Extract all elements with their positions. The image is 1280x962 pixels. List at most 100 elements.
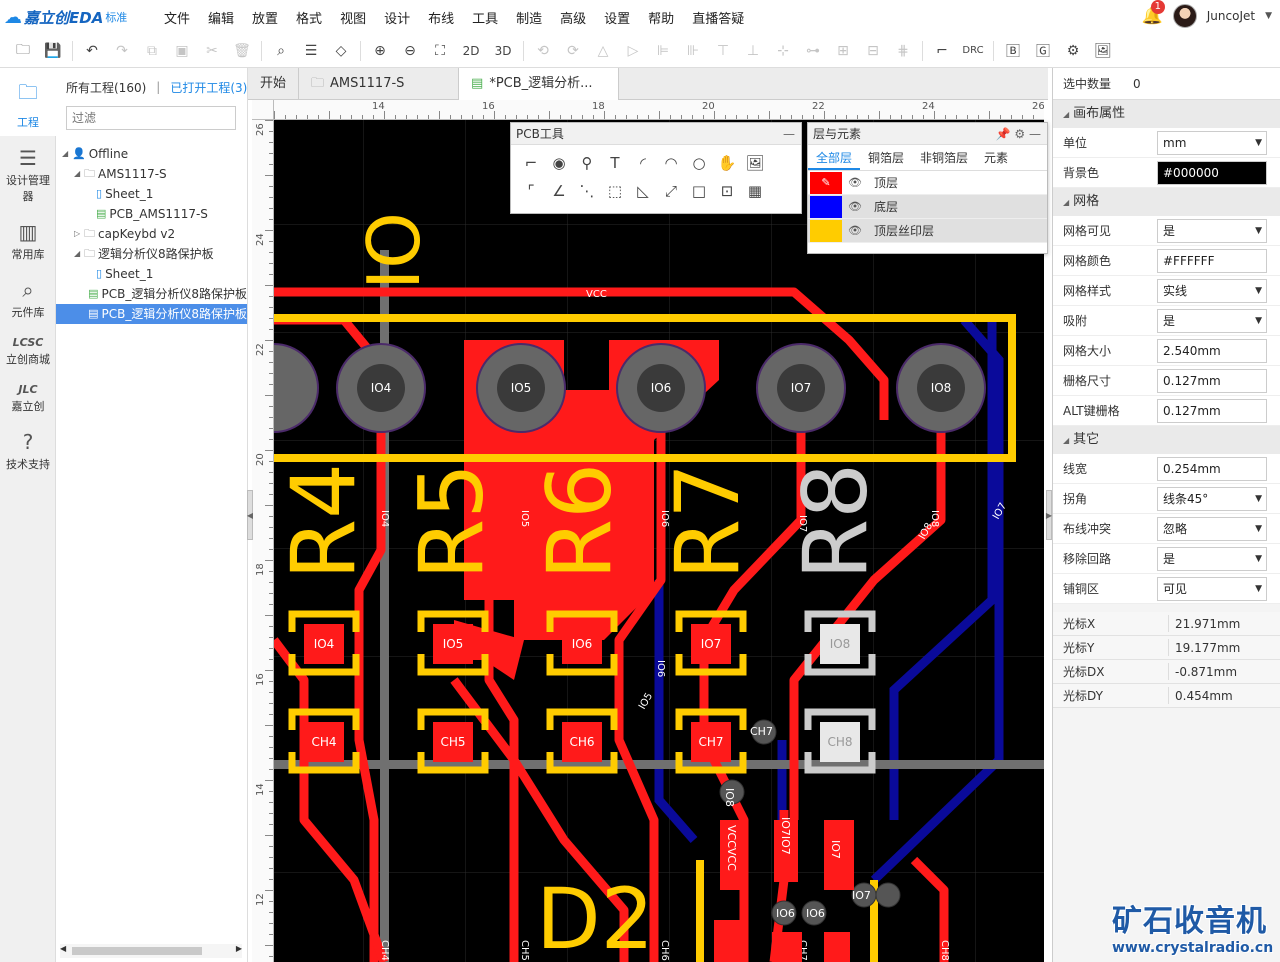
- view-3d-button[interactable]: 3D: [487, 37, 519, 65]
- tree-item[interactable]: ◢ 🗀 逻辑分析仪8路保护板: [56, 244, 247, 264]
- section-canvas[interactable]: ◢ 画布属性: [1053, 100, 1280, 128]
- tree-scrollbar[interactable]: ◀ ▶: [60, 944, 242, 958]
- paste-icon[interactable]: ▣: [167, 37, 197, 65]
- tree-item[interactable]: ▷ 🗀 capKeybd v2: [56, 224, 247, 244]
- menu-help[interactable]: 帮助: [639, 8, 683, 27]
- section-other[interactable]: ◢ 其它: [1053, 426, 1280, 454]
- layout-tool-icon[interactable]: ▦: [741, 177, 769, 205]
- view-2d-button[interactable]: 2D: [455, 37, 487, 65]
- circle-tool-icon[interactable]: ○: [685, 149, 713, 177]
- tab-ams1117[interactable]: 🗀 AMS1117-S: [299, 68, 460, 100]
- angle-tool-icon[interactable]: ∠: [545, 177, 573, 205]
- pin-icon[interactable]: 📌: [996, 127, 1011, 141]
- route-icon[interactable]: ⌐: [927, 37, 957, 65]
- filter-input[interactable]: [66, 106, 236, 130]
- menu-file[interactable]: 文件: [155, 8, 199, 27]
- pad-tool-icon[interactable]: ◉: [545, 149, 573, 177]
- text-tool-icon[interactable]: T: [601, 149, 629, 177]
- bom-icon[interactable]: 🄱: [998, 37, 1028, 65]
- tab-copper-layers[interactable]: 铜箔层: [860, 145, 912, 170]
- arc-tool-icon[interactable]: ◜: [629, 149, 657, 177]
- rail-projects[interactable]: 🗀 工程: [0, 68, 56, 136]
- align-bottom-icon[interactable]: ⊥: [738, 37, 768, 65]
- eye-icon[interactable]: 👁: [848, 176, 868, 189]
- open-projects-tab[interactable]: 已打开工程(3): [170, 79, 247, 96]
- layer-row-top-silk[interactable]: 👁 顶层丝印层: [808, 219, 1047, 243]
- align-center-v-icon[interactable]: ⊹: [768, 37, 798, 65]
- erase-icon[interactable]: ◇: [326, 37, 356, 65]
- align-center-h-icon[interactable]: ⊶: [798, 37, 828, 65]
- grid-dim-input[interactable]: 0.127mm: [1157, 368, 1267, 393]
- tab-pcb[interactable]: ▤ *PCB_逻辑分析...: [459, 68, 620, 100]
- section-grid[interactable]: ◢ 网格: [1053, 188, 1280, 216]
- rail-component-lib[interactable]: ⌕ 元件库: [0, 268, 56, 326]
- tree-item[interactable]: ▯ Sheet_1: [56, 264, 247, 284]
- bell-icon[interactable]: 🔔 1: [1142, 0, 1165, 26]
- scroll-right-icon[interactable]: ▶: [236, 944, 242, 953]
- layer-row-top[interactable]: ✎ 👁 顶层: [808, 171, 1047, 195]
- tab-all-layers[interactable]: 全部层: [808, 145, 861, 170]
- rail-design-manager[interactable]: ☰ 设计管理器: [0, 136, 56, 210]
- export-image-icon[interactable]: 🖼: [1088, 37, 1118, 65]
- connect-tool-icon[interactable]: ⋱: [573, 177, 601, 205]
- menu-live[interactable]: 直播答疑: [683, 8, 753, 27]
- zoom-out-icon[interactable]: ⊖: [395, 37, 425, 65]
- tab-noncopper-layers[interactable]: 非铜箔层: [912, 145, 976, 170]
- redo-icon[interactable]: ↷: [107, 37, 137, 65]
- tree-item[interactable]: ▤ PCB_逻辑分析仪8路保护板: [56, 304, 247, 324]
- layer-color-swatch[interactable]: ✎: [810, 171, 842, 194]
- menu-view[interactable]: 视图: [331, 8, 375, 27]
- chevron-down-icon[interactable]: ▼: [1265, 11, 1272, 21]
- tab-start[interactable]: 开始: [248, 68, 300, 100]
- layer-row-bottom[interactable]: 👁 底层: [808, 195, 1047, 219]
- avatar[interactable]: [1172, 4, 1197, 28]
- find-replace-icon[interactable]: ☰: [296, 37, 326, 65]
- caret-down-icon[interactable]: ◢: [74, 164, 84, 184]
- flip-horizontal-icon[interactable]: ▷: [618, 37, 648, 65]
- menu-design[interactable]: 设计: [375, 8, 419, 27]
- snap-select[interactable]: 是: [1157, 308, 1267, 333]
- caret-right-icon[interactable]: ▷: [74, 224, 84, 244]
- unit-select[interactable]: mm: [1157, 130, 1267, 155]
- tree-item[interactable]: ▤ PCB_逻辑分析仪8路保护板: [56, 284, 247, 304]
- undo-icon[interactable]: ↶: [77, 37, 107, 65]
- distribute-h-icon[interactable]: ⊞: [828, 37, 858, 65]
- rect-tool-icon[interactable]: □: [685, 177, 713, 205]
- eye-icon[interactable]: 👁: [848, 224, 868, 237]
- grid-style-select[interactable]: 实线: [1157, 278, 1267, 303]
- solid-region-tool-icon[interactable]: ◺: [629, 177, 657, 205]
- distribute-v-icon[interactable]: ⊟: [858, 37, 888, 65]
- menu-settings[interactable]: 设置: [595, 8, 639, 27]
- alt-grid-input[interactable]: 0.127mm: [1157, 398, 1267, 423]
- menu-tools[interactable]: 工具: [463, 8, 507, 27]
- rail-support[interactable]: ? 技术支持: [0, 420, 56, 478]
- layer-color-swatch[interactable]: [810, 195, 842, 218]
- minimize-icon[interactable]: —: [783, 123, 795, 145]
- copper-area-tool-icon[interactable]: ⊡: [713, 177, 741, 205]
- menu-place[interactable]: 放置: [243, 8, 287, 27]
- corner-select[interactable]: 线条45°: [1157, 486, 1267, 511]
- cut-icon[interactable]: ✂: [197, 37, 227, 65]
- measure-tool-icon[interactable]: ⤢: [657, 177, 685, 205]
- align-grid-icon[interactable]: ⋕: [888, 37, 918, 65]
- gear-icon[interactable]: ⚙: [1014, 127, 1025, 141]
- left-splitter[interactable]: ◀: [247, 490, 253, 540]
- search-icon[interactable]: ⌕: [266, 37, 296, 65]
- tree-item[interactable]: ▤ PCB_AMS1117-S: [56, 204, 247, 224]
- menu-advanced[interactable]: 高级: [551, 8, 595, 27]
- pan-tool-icon[interactable]: ✋: [713, 149, 741, 177]
- grid-size-input[interactable]: 2.540mm: [1157, 338, 1267, 363]
- rotate-left-icon[interactable]: ⟲: [528, 37, 558, 65]
- align-top-icon[interactable]: ⊤: [708, 37, 738, 65]
- track-tool-icon[interactable]: ⌐: [517, 149, 545, 177]
- all-projects-tab[interactable]: 所有工程(160): [66, 79, 146, 96]
- zoom-in-icon[interactable]: ⊕: [365, 37, 395, 65]
- app-logo[interactable]: ☁ 嘉立创EDA 标准: [0, 7, 155, 28]
- username[interactable]: JuncoJet: [1207, 9, 1255, 23]
- menu-format[interactable]: 格式: [287, 8, 331, 27]
- copy-icon[interactable]: ⧉: [137, 37, 167, 65]
- pick-place-icon[interactable]: ⚙: [1058, 37, 1088, 65]
- scroll-thumb[interactable]: [72, 947, 202, 955]
- menu-fabricate[interactable]: 制造: [507, 8, 551, 27]
- tab-elements[interactable]: 元素: [976, 145, 1016, 170]
